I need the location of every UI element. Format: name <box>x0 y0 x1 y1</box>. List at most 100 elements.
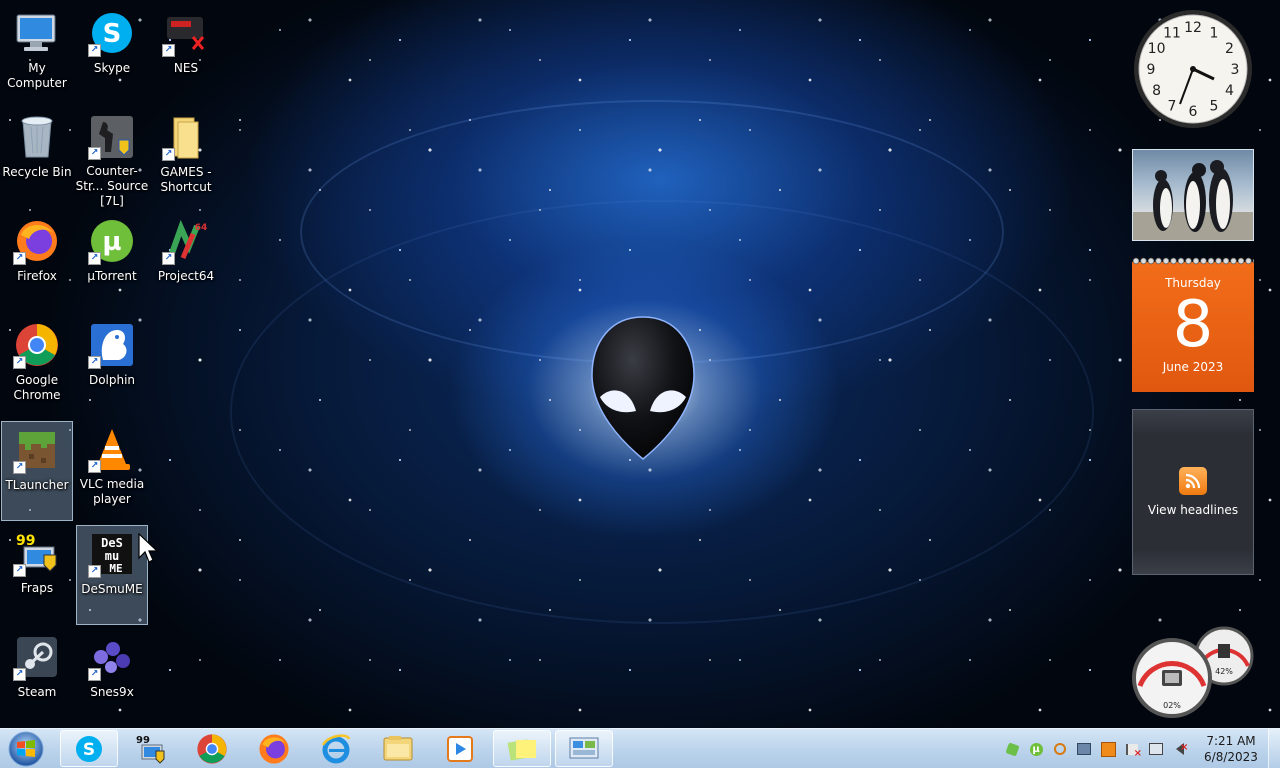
desktop-icon-vlc[interactable]: ↗ VLC media player <box>76 421 148 521</box>
shortcut-arrow-icon: ↗ <box>162 252 175 265</box>
desktop-icon-label: Steam <box>17 685 57 699</box>
desktop-icon-utorrent[interactable]: µ ↗ µTorrent <box>76 213 148 313</box>
flag-error-icon[interactable]: × <box>1124 741 1142 759</box>
calendar-rings <box>1132 256 1254 266</box>
dolphin-icon: ↗ <box>88 321 136 369</box>
desktop-icon-label: DeSmuME <box>81 582 143 596</box>
desktop-icon-google-chrome[interactable]: ↗ Google Chrome <box>1 317 73 417</box>
svg-text:mu: mu <box>105 549 119 563</box>
clock-numeral: 11 <box>1163 26 1181 42</box>
cpu-usage-text: 02% <box>1163 701 1181 710</box>
penguins-photo <box>1133 160 1253 240</box>
network-tray-icon[interactable] <box>1076 741 1092 757</box>
desktop-icon-dolphin[interactable]: ↗ Dolphin <box>76 317 148 417</box>
slideshow-gadget[interactable] <box>1132 149 1254 241</box>
internet-explorer-icon <box>321 733 351 763</box>
firefox-icon <box>259 733 289 764</box>
view-headlines-link[interactable]: View headlines <box>1148 503 1238 517</box>
file-explorer-icon <box>383 735 413 760</box>
cpu-meter-gadget[interactable]: 42% 02% <box>1128 626 1258 718</box>
memory-usage-text: 42% <box>1215 667 1233 676</box>
desktop-icon-project64[interactable]: 64 ↗ Project64 <box>150 213 222 313</box>
rss-icon <box>1179 467 1207 495</box>
control-panel-icon <box>569 737 599 758</box>
green-app-icon[interactable] <box>1004 741 1020 757</box>
start-button[interactable] <box>4 730 48 768</box>
gadget-tray-icon[interactable] <box>1100 741 1116 757</box>
calendar-gadget[interactable]: Thursday 8 June 2023 <box>1132 256 1254 392</box>
desktop[interactable]: My Computer Recycle Bin ↗ Firefox ↗ Goog… <box>0 0 1280 728</box>
desktop-icon-steam[interactable]: ↗ Steam <box>1 629 73 728</box>
clock-numeral: 6 <box>1189 104 1198 120</box>
svg-text:ME: ME <box>109 562 122 575</box>
calendar-day: 8 <box>1172 288 1214 362</box>
counter-strike-icon: ↗ <box>88 113 136 160</box>
taskbar: S 99 µ × × 7:21 AM 6/8/2023 <box>0 728 1280 768</box>
snes9x-icon: ↗ <box>88 633 136 681</box>
utorrent-tray-icon[interactable]: µ <box>1028 741 1044 757</box>
calendar-month-year: June 2023 <box>1162 360 1224 374</box>
desktop-icon-label: Firefox <box>17 269 57 283</box>
desktop-icon-my-computer[interactable]: My Computer <box>1 5 73 105</box>
taskbar-skype[interactable]: S <box>60 730 118 767</box>
fraps-icon: 99 <box>136 735 165 764</box>
taskbar-chrome[interactable] <box>183 730 241 767</box>
desktop-icon-counter-strike[interactable]: ↗ Counter-Str... Source [7L] <box>76 109 148 209</box>
shortcut-arrow-icon: ↗ <box>88 565 101 578</box>
clock-numeral: 1 <box>1210 26 1219 42</box>
taskbar-clock[interactable]: 7:21 AM 6/8/2023 <box>1196 733 1266 765</box>
desktop-icon-recycle-bin[interactable]: Recycle Bin <box>1 109 73 209</box>
shortcut-arrow-icon: ↗ <box>13 252 26 265</box>
feed-headlines-gadget[interactable]: View headlines <box>1132 409 1254 575</box>
desktop-icon-label: Skype <box>93 61 131 75</box>
tlauncher-icon: ↗ <box>13 426 61 474</box>
taskbar-firefox[interactable] <box>245 730 303 767</box>
desktop-icon-label: Recycle Bin <box>2 165 72 179</box>
desktop-icon-label: My Computer <box>7 61 67 90</box>
clock-numeral: 9 <box>1147 62 1156 78</box>
clock-numeral: 2 <box>1225 41 1234 57</box>
mouse-cursor-icon <box>138 533 158 563</box>
taskbar-time: 7:21 AM <box>1206 734 1256 748</box>
svg-text:DeS: DeS <box>101 536 123 550</box>
show-desktop-button[interactable] <box>1268 729 1280 768</box>
desktop-icon-label: NES <box>173 61 199 75</box>
desktop-icon-nes[interactable]: ↗ NES <box>150 5 222 105</box>
chrome-icon <box>197 733 227 764</box>
taskbar-control-panel[interactable] <box>555 730 613 767</box>
chrome-icon: ↗ <box>13 321 61 369</box>
desktop-icon-fraps[interactable]: 99 ↗ Fraps <box>1 525 73 625</box>
desktop-icon-label: Dolphin <box>88 373 136 387</box>
shortcut-arrow-icon: ↗ <box>13 564 26 577</box>
clock-numeral: 3 <box>1231 62 1240 78</box>
shortcut-arrow-icon: ↗ <box>88 668 101 681</box>
taskbar-fraps[interactable]: 99 <box>122 730 180 767</box>
shortcut-arrow-icon: ↗ <box>88 44 101 57</box>
clock-numeral: 10 <box>1148 41 1166 57</box>
nes-icon: ↗ <box>162 9 210 57</box>
shortcut-arrow-icon: ↗ <box>13 356 26 369</box>
clock-gadget[interactable]: 12 12 3 45678 9 1011 <box>1132 8 1254 130</box>
svg-text:µ: µ <box>102 227 121 257</box>
taskbar-file-explorer[interactable] <box>369 730 427 767</box>
volume-muted-icon[interactable]: × <box>1172 741 1188 757</box>
network-disconnected-icon[interactable] <box>1148 741 1164 757</box>
desktop-icon-firefox[interactable]: ↗ Firefox <box>1 213 73 313</box>
taskbar-date: 6/8/2023 <box>1204 750 1258 764</box>
desktop-icon-games-shortcut[interactable]: ↗ GAMES - Shortcut <box>150 109 222 209</box>
desktop-icon-label: GAMES - Shortcut <box>160 165 212 194</box>
svg-text:64: 64 <box>195 223 208 233</box>
calendar-weekday: Thursday <box>1165 276 1221 290</box>
vlc-icon: ↗ <box>88 425 136 473</box>
desktop-icon-tlauncher[interactable]: ↗ TLauncher <box>1 421 73 521</box>
search-tray-icon[interactable] <box>1052 741 1068 757</box>
clock-numeral: 7 <box>1168 98 1177 114</box>
taskbar-internet-explorer[interactable] <box>307 730 365 767</box>
desktop-icon-snes9x[interactable]: ↗ Snes9x <box>76 629 148 728</box>
desktop-icon-label: Fraps <box>20 581 54 595</box>
shortcut-arrow-icon: ↗ <box>88 252 101 265</box>
desktop-icon-skype[interactable]: S ↗ Skype <box>76 5 148 105</box>
taskbar-sticky-notes[interactable] <box>493 730 551 767</box>
sticky-notes-icon <box>507 738 536 761</box>
taskbar-media-player[interactable] <box>431 730 489 767</box>
